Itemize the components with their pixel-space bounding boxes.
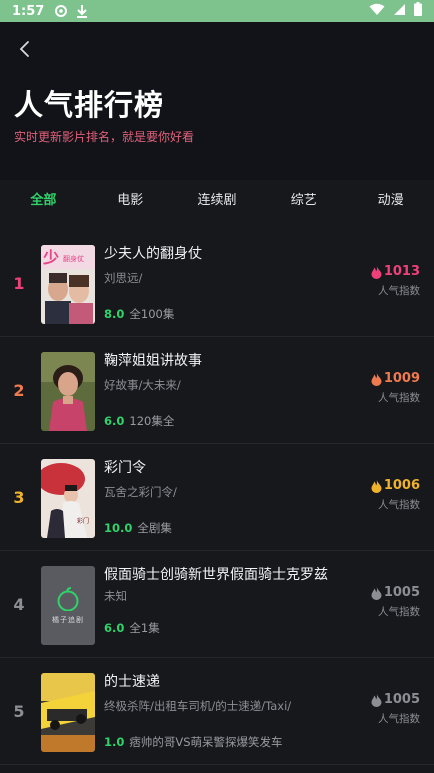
episode-text: 120集全: [129, 414, 175, 428]
popularity: 1013 人气指数: [371, 264, 420, 298]
status-time: 1:57: [12, 3, 45, 19]
episode-text: 全1集: [129, 621, 160, 635]
poster-image: 少 翻身仗: [41, 245, 95, 324]
poster-image: 彩门: [41, 459, 95, 538]
page-header: 人气排行榜 实时更新影片排名，就是要你好看: [0, 22, 434, 180]
svg-text:翻身仗: 翻身仗: [63, 254, 84, 263]
alias-text: 好故事/大未来/: [104, 378, 181, 392]
score-text: 6.0: [104, 621, 125, 635]
orange-logo-icon: [57, 586, 79, 611]
rank-number: 3: [13, 488, 25, 507]
title-text: 彩门令: [104, 460, 146, 476]
rank-number: 5: [13, 702, 25, 721]
list-item[interactable]: 5 的士速递 终极杀阵/出租车司机/的士速递/Taxi/ 1.0 痞帅的哥VS萌呆…: [0, 658, 434, 765]
meta-line: 10.0 全剧集: [104, 520, 172, 536]
score-text: 10.0: [104, 521, 133, 535]
popularity-label: 人气指数: [378, 713, 420, 725]
tab-all[interactable]: 全部: [0, 189, 87, 208]
popularity: 1009 人气指数: [371, 371, 420, 405]
score-text: 6.0: [104, 414, 125, 428]
popularity: 1005 人气指数: [371, 585, 420, 619]
svg-text:彩门: 彩门: [77, 517, 89, 525]
popularity-label: 人气指数: [378, 606, 420, 618]
score-text: 8.0: [104, 307, 125, 321]
popularity-value: 1005: [383, 692, 420, 707]
tagline-text: 痞帅的哥VS萌呆警探爆笑发车: [129, 735, 283, 749]
poster-image: [41, 673, 95, 752]
meta-line: 1.0 痞帅的哥VS萌呆警探爆笑发车: [104, 734, 283, 750]
tab-variety[interactable]: 综艺: [260, 189, 347, 208]
rank-number: 1: [13, 274, 25, 293]
svg-text:少: 少: [42, 248, 59, 267]
placeholder-text: 橘子追剧: [52, 615, 84, 624]
alias-text: 瓦舍之彩门令/: [104, 485, 177, 499]
status-bar: 1:57: [0, 0, 434, 22]
list-item[interactable]: 4 橘子追剧 假面骑士创骑新世界假面骑士克罗兹 未知 6.0 全1集 1005 人…: [0, 551, 434, 658]
episode-text: 全100集: [129, 307, 175, 321]
popularity-value: 1009: [383, 371, 420, 386]
category-tabs: 全部 电影 连续剧 综艺 动漫: [0, 180, 434, 216]
title-text: 假面骑士创骑新世界假面骑士克罗兹: [104, 567, 328, 583]
alias-text: 终极杀阵/出租车司机/的士速递/Taxi/: [104, 699, 292, 713]
title-text: 少夫人的翻身仗: [104, 246, 202, 262]
flame-icon: [371, 692, 382, 707]
popularity-label: 人气指数: [378, 285, 420, 297]
rank-number: 2: [13, 381, 25, 400]
score-text: 1.0: [104, 735, 125, 749]
alias-text: 刘思远/: [104, 271, 143, 285]
page-subtitle: 实时更新影片排名，就是要你好看: [14, 130, 195, 144]
meta-line: 6.0 全1集: [104, 620, 160, 636]
rank-number: 4: [13, 595, 25, 614]
poster-placeholder: 橘子追剧: [41, 566, 95, 645]
popularity-label: 人气指数: [378, 392, 420, 404]
chevron-left-icon: [19, 41, 29, 57]
poster-image: [41, 352, 95, 431]
ranking-list: 1 少 翻身仗 少夫人的翻身仗 刘思远/ 8.0 全100集 1013 人气指数…: [0, 230, 434, 765]
sync-icon: [54, 4, 68, 18]
popularity: 1005 人气指数: [371, 692, 420, 726]
title-text: 的士速递: [104, 674, 160, 690]
signal-icon: [393, 3, 406, 20]
flame-icon: [371, 264, 382, 279]
wifi-icon: [369, 3, 385, 20]
popularity-value: 1005: [383, 585, 420, 600]
download-icon: [76, 4, 88, 18]
page-title: 人气排行榜: [14, 88, 165, 122]
popularity: 1006 人气指数: [371, 478, 420, 512]
popularity-value: 1006: [383, 478, 420, 493]
list-item[interactable]: 1 少 翻身仗 少夫人的翻身仗 刘思远/ 8.0 全100集 1013 人气指数: [0, 230, 434, 337]
alias-text: 未知: [104, 589, 127, 603]
list-item[interactable]: 2 鞠萍姐姐讲故事 好故事/大未来/ 6.0 120集全 1009 人气指数: [0, 337, 434, 444]
tab-anime[interactable]: 动漫: [347, 189, 434, 208]
flame-icon: [371, 371, 382, 386]
meta-line: 6.0 120集全: [104, 413, 174, 429]
meta-line: 8.0 全100集: [104, 306, 174, 322]
list-item[interactable]: 3 彩门 彩门令 瓦舍之彩门令/ 10.0 全剧集 1006 人气指数: [0, 444, 434, 551]
popularity-label: 人气指数: [378, 499, 420, 511]
battery-icon: [414, 2, 422, 20]
flame-icon: [371, 585, 382, 600]
title-text: 鞠萍姐姐讲故事: [104, 353, 202, 369]
tab-movies[interactable]: 电影: [87, 189, 174, 208]
flame-icon: [371, 478, 382, 493]
episode-text: 全剧集: [137, 521, 172, 535]
popularity-value: 1013: [383, 264, 420, 279]
tab-series[interactable]: 连续剧: [174, 189, 261, 208]
back-button[interactable]: [14, 38, 36, 60]
